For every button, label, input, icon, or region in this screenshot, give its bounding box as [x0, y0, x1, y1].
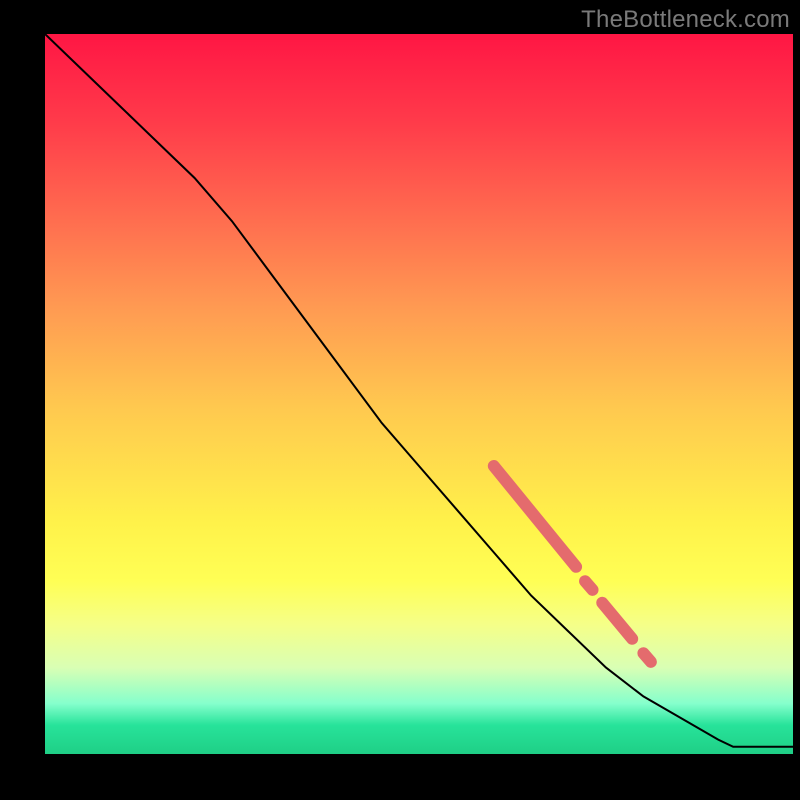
- watermark-text: TheBottleneck.com: [581, 6, 790, 34]
- plot-gradient-bg: [45, 34, 793, 754]
- chart-frame: TheBottleneck.com: [0, 0, 800, 800]
